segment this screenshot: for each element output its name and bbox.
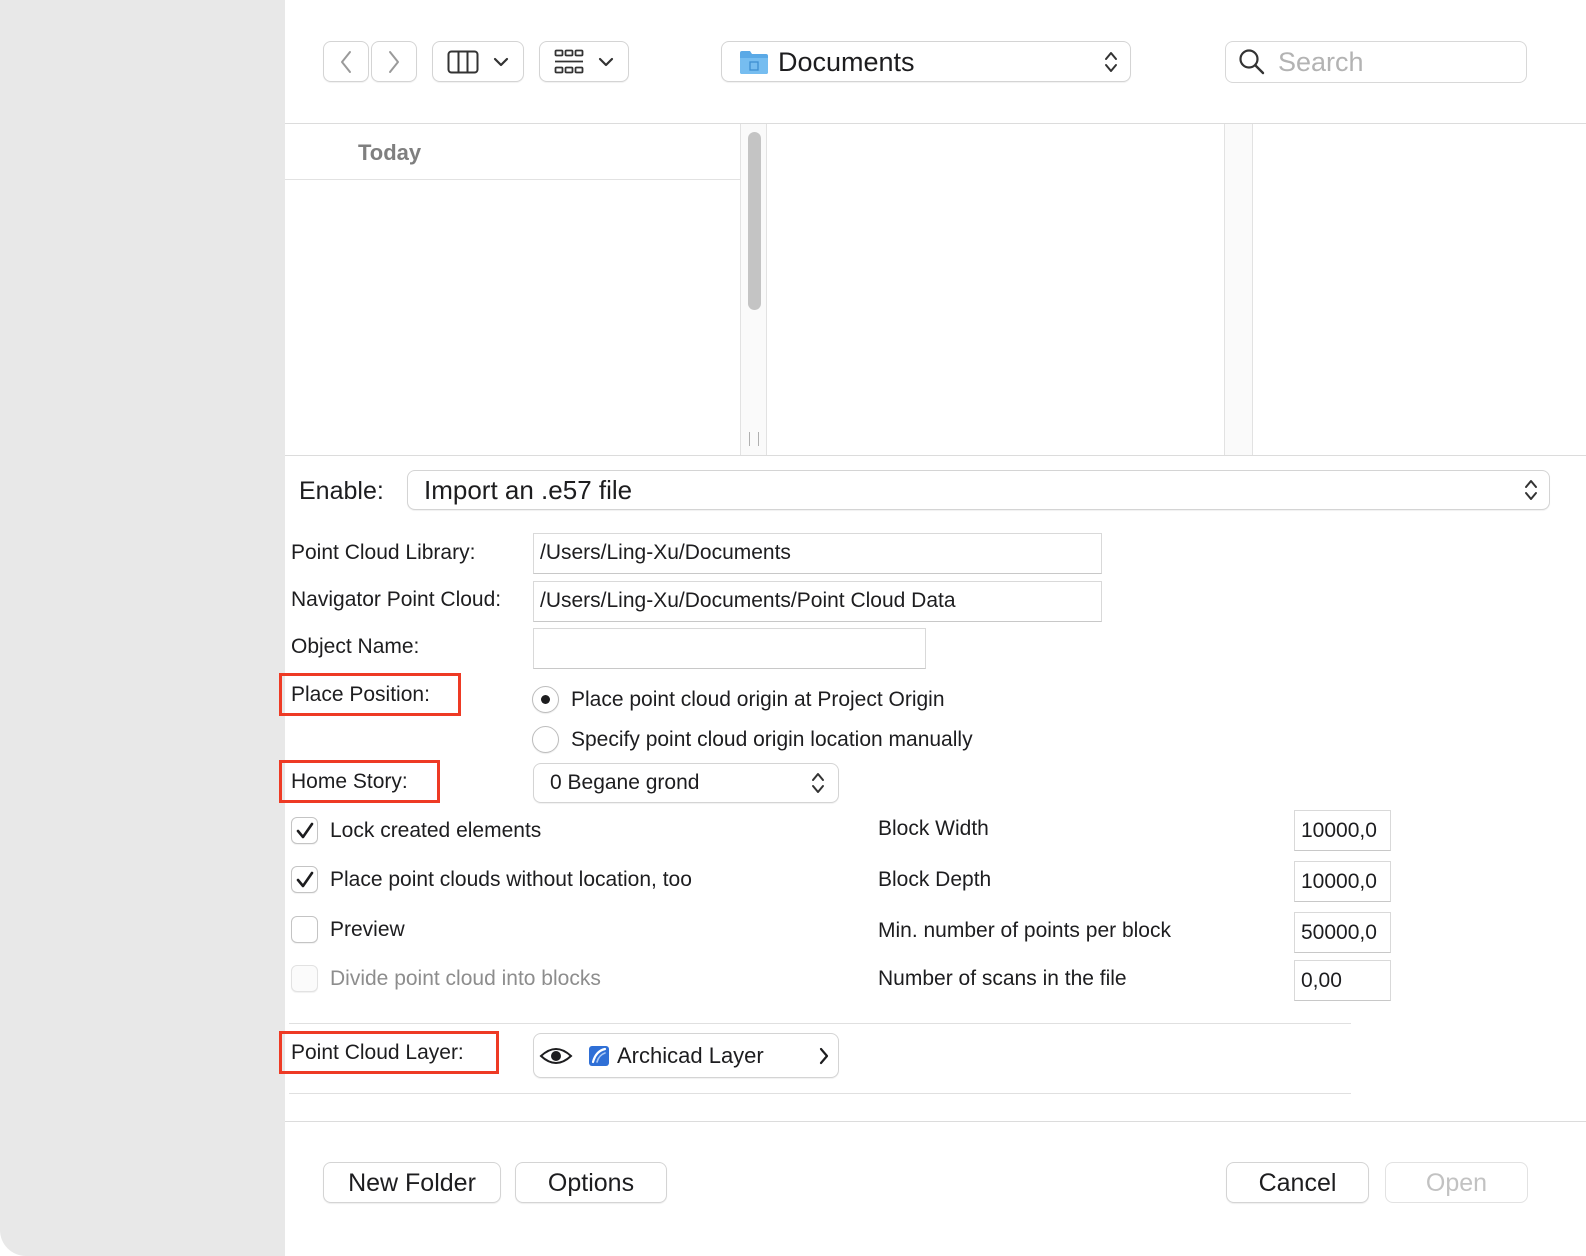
navigator-path-field[interactable]: /Users/Ling-Xu/Documents/Point Cloud Dat… (533, 581, 1102, 622)
open-button[interactable]: Open (1385, 1162, 1528, 1203)
home-story-label: Home Story: (291, 770, 408, 793)
specify-origin-radio[interactable] (532, 726, 559, 753)
open-dialog: Documents Today Enable: Import an .e57 f… (279, 0, 1586, 1256)
divide-blocks-checkbox (291, 965, 318, 992)
browser-column[interactable]: Today (285, 124, 740, 455)
enable-popup[interactable]: Import an .e57 file (407, 470, 1550, 510)
chevron-right-icon (389, 50, 399, 73)
scrollbar-thumb[interactable] (748, 132, 761, 310)
up-down-arrows-icon (1105, 52, 1117, 72)
grid-icon (554, 49, 584, 73)
up-down-arrows-icon (1525, 480, 1537, 500)
footer-divider (285, 1121, 1586, 1122)
layer-value: Archicad Layer (617, 1043, 764, 1068)
scan-count-label: Number of scans in the file (878, 967, 1127, 990)
location-label: Documents (778, 47, 915, 77)
place-without-location-checkbox[interactable] (291, 866, 318, 893)
checkmark-icon (296, 822, 314, 839)
place-origin-radio[interactable] (532, 686, 559, 713)
min-points-field[interactable]: 50000,0 (1294, 912, 1391, 953)
folder-icon (740, 51, 768, 74)
enable-value: Import an .e57 file (424, 475, 633, 505)
navigator-label: Navigator Point Cloud: (291, 588, 502, 611)
forward-button[interactable] (371, 41, 417, 82)
library-path-field[interactable]: /Users/Ling-Xu/Documents (533, 533, 1102, 574)
search-field[interactable] (1225, 41, 1527, 83)
block-depth-field[interactable]: 10000,0 (1294, 861, 1391, 902)
chevron-down-icon (493, 57, 509, 66)
block-depth-label: Block Depth (878, 868, 992, 891)
enable-label: Enable: (299, 477, 384, 505)
object-name-label: Object Name: (291, 635, 420, 658)
home-story-value: 0 Begane grond (550, 771, 700, 794)
options-button[interactable]: Options (515, 1162, 667, 1203)
eye-icon (539, 1048, 573, 1064)
view-mode-button[interactable] (432, 41, 524, 82)
search-input[interactable] (1278, 47, 1508, 77)
lock-elements-checkbox[interactable] (291, 817, 318, 844)
preview-column (1253, 124, 1586, 455)
scrollbar[interactable] (740, 124, 767, 455)
place-position-label: Place Position: (291, 683, 430, 706)
lock-elements-label[interactable]: Lock created elements (330, 819, 541, 843)
preview-checkbox[interactable] (291, 916, 318, 943)
chevron-left-icon (341, 50, 351, 73)
section-header-label: Today (358, 140, 422, 165)
file-browser: Today (285, 123, 1586, 456)
min-points-label: Min. number of points per block (878, 919, 1171, 942)
section-header: Today (285, 124, 740, 180)
archicad-layer-icon (589, 1046, 609, 1066)
column-divider[interactable] (1224, 124, 1253, 455)
browser-column[interactable] (767, 124, 1224, 455)
specify-origin-label[interactable]: Specify point cloud origin location manu… (571, 728, 973, 752)
columns-view-icon (447, 50, 479, 73)
scan-count-field[interactable]: 0,00 (1294, 960, 1391, 1001)
up-down-arrows-icon (812, 773, 824, 793)
divider (289, 1023, 1351, 1024)
cancel-button[interactable]: Cancel (1226, 1162, 1369, 1203)
object-name-field[interactable] (533, 628, 926, 669)
library-label: Point Cloud Library: (291, 541, 476, 564)
place-without-location-label[interactable]: Place point clouds without location, too (330, 868, 692, 892)
new-folder-button[interactable]: New Folder (323, 1162, 501, 1203)
block-width-label: Block Width (878, 817, 989, 840)
home-story-popup[interactable]: 0 Begane grond (533, 763, 839, 803)
chevron-down-icon (598, 57, 614, 66)
location-popup[interactable]: Documents (721, 41, 1131, 82)
block-width-field[interactable]: 10000,0 (1294, 810, 1391, 851)
back-button[interactable] (323, 41, 369, 82)
divide-blocks-label: Divide point cloud into blocks (330, 967, 601, 990)
divider (289, 1093, 1351, 1094)
layer-label: Point Cloud Layer: (291, 1041, 464, 1064)
place-origin-label[interactable]: Place point cloud origin at Project Orig… (571, 688, 945, 712)
sidebar (0, 0, 285, 1256)
group-button[interactable] (539, 41, 629, 82)
column-resize-handle[interactable] (749, 432, 759, 446)
search-icon (1239, 49, 1265, 75)
layer-popup[interactable]: Archicad Layer (533, 1033, 839, 1078)
chevron-right-icon (819, 1047, 829, 1065)
preview-label[interactable]: Preview (330, 918, 405, 942)
checkmark-icon (296, 871, 314, 888)
